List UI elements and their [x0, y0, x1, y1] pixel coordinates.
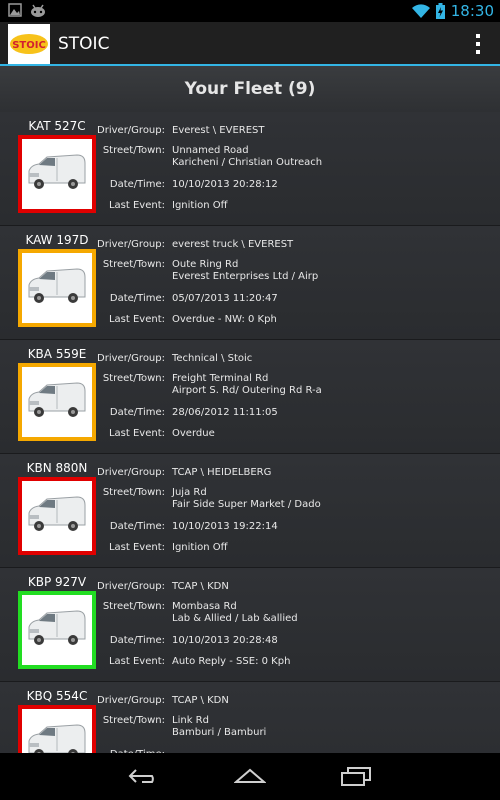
- last-event-value: Auto Reply - SSE: 0 Kph: [172, 656, 291, 667]
- vehicle-row[interactable]: KBP 927V Driver/Group: TCAP \ KDN Street/To…: [0, 568, 500, 682]
- datetime-label: Date/Time:: [109, 521, 165, 532]
- driver-value: everest truck \ EVEREST: [172, 239, 294, 250]
- street-label: Street/Town:: [102, 373, 165, 384]
- battery-charging-icon: [435, 3, 445, 19]
- driver-label: Driver/Group:: [97, 695, 165, 706]
- vehicle-row[interactable]: KAT 527C Driver/Group: Everest \ EVEREST St…: [0, 112, 500, 226]
- datetime-value: 28/06/2012 11:11:05: [172, 407, 278, 418]
- town-value: Karicheni / Christian Outreach: [172, 157, 323, 168]
- datetime-label: Date/Time:: [109, 407, 165, 418]
- vehicle-plate: KBA 559E: [27, 347, 87, 361]
- fleet-header: Your Fleet (9): [0, 66, 500, 113]
- last-event-label: Last Event:: [108, 428, 165, 439]
- wifi-icon: [411, 4, 430, 18]
- last-event-label: Last Event:: [108, 200, 165, 211]
- datetime-value: 10/10/2013 20:28:48: [172, 635, 278, 646]
- vehicle-plate: KAW 197D: [25, 233, 89, 247]
- home-icon[interactable]: [234, 766, 266, 786]
- driver-value: TCAP \ KDN: [172, 695, 229, 706]
- town-value: Everest Enterprises Ltd / Airp: [172, 271, 319, 282]
- street-value: Freight Terminal Rd: [172, 373, 269, 384]
- fleet-title: Your Fleet (9): [184, 79, 316, 99]
- last-event-label: Last Event:: [108, 542, 165, 553]
- vehicle-plate: KBN 880N: [26, 461, 88, 475]
- town-value: Airport S. Rd/ Outering Rd R-a: [172, 385, 322, 396]
- driver-label: Driver/Group:: [97, 353, 165, 364]
- gallery-icon: [8, 3, 22, 17]
- driver-label: Driver/Group:: [97, 581, 165, 592]
- datetime-value: 10/10/2013 19:22:14: [172, 521, 278, 532]
- vehicle-thumbnail[interactable]: [18, 249, 96, 327]
- last-event-label: Last Event:: [108, 656, 165, 667]
- android-icon: [31, 4, 45, 17]
- street-value: Oute Ring Rd: [172, 259, 239, 270]
- town-value: Lab & Allied / Lab &allied: [172, 613, 298, 624]
- navigation-bar: [0, 753, 500, 800]
- status-bar: 18:30: [0, 0, 500, 22]
- street-label: Street/Town:: [102, 259, 165, 270]
- driver-value: Technical \ Stoic: [172, 353, 253, 364]
- datetime-label: Date/Time:: [109, 293, 165, 304]
- last-event-label: Last Event:: [108, 314, 165, 325]
- datetime-label: Date/Time:: [109, 635, 165, 646]
- vehicle-thumbnail[interactable]: [18, 591, 96, 669]
- vehicle-row[interactable]: KAW 197D Driver/Group: everest truck \ EVE…: [0, 226, 500, 340]
- svg-text:STOIC: STOIC: [12, 40, 46, 51]
- app-logo[interactable]: STOIC: [8, 24, 50, 64]
- driver-label: Driver/Group:: [97, 467, 165, 478]
- vehicle-thumbnail[interactable]: [18, 705, 96, 753]
- action-bar: STOIC STOIC: [0, 22, 500, 66]
- driver-value: TCAP \ KDN: [172, 581, 229, 592]
- street-label: Street/Town:: [102, 601, 165, 612]
- datetime-label: Date/Time:: [109, 179, 165, 190]
- vehicle-thumbnail[interactable]: [18, 135, 96, 213]
- town-value: Fair Side Super Market / Dado: [172, 499, 321, 510]
- clock: 18:30: [450, 2, 494, 20]
- vehicle-plate: KBQ 554C: [26, 689, 88, 703]
- driver-value: Everest \ EVEREST: [172, 125, 265, 136]
- recent-apps-icon[interactable]: [340, 766, 372, 786]
- town-value: Bamburi / Bamburi: [172, 727, 267, 738]
- last-event-value: Overdue: [172, 428, 215, 439]
- street-label: Street/Town:: [102, 715, 165, 726]
- vehicle-plate: KBP 927V: [27, 575, 87, 589]
- last-event-value: Ignition Off: [172, 542, 228, 553]
- vehicle-row[interactable]: KBN 880N Driver/Group: TCAP \ HEIDELBERG St…: [0, 454, 500, 568]
- street-value: Link Rd: [172, 715, 209, 726]
- vehicle-plate: KAT 527C: [28, 119, 86, 133]
- vehicle-row[interactable]: KBQ 554C Driver/Group: TCAP \ KDN Street/To…: [0, 682, 500, 753]
- driver-label: Driver/Group:: [97, 239, 165, 250]
- street-value: Mombasa Rd: [172, 601, 237, 612]
- street-label: Street/Town:: [102, 487, 165, 498]
- vehicle-thumbnail[interactable]: [18, 363, 96, 441]
- back-icon[interactable]: [128, 766, 160, 786]
- last-event-value: Ignition Off: [172, 200, 228, 211]
- app-title: STOIC: [58, 34, 110, 54]
- vehicle-list[interactable]: KAT 527C Driver/Group: Everest \ EVEREST St…: [0, 112, 500, 753]
- vehicle-row[interactable]: KBA 559E Driver/Group: Technical \ Stoic St…: [0, 340, 500, 454]
- driver-value: TCAP \ HEIDELBERG: [172, 467, 272, 478]
- street-value: Unnamed Road: [172, 145, 249, 156]
- driver-label: Driver/Group:: [97, 125, 165, 136]
- datetime-value: 05/07/2013 11:20:47: [172, 293, 278, 304]
- street-label: Street/Town:: [102, 145, 165, 156]
- overflow-menu-icon[interactable]: [476, 34, 482, 54]
- street-value: Juja Rd: [172, 487, 207, 498]
- last-event-value: Overdue - NW: 0 Kph: [172, 314, 277, 325]
- vehicle-thumbnail[interactable]: [18, 477, 96, 555]
- datetime-value: 10/10/2013 20:28:12: [172, 179, 278, 190]
